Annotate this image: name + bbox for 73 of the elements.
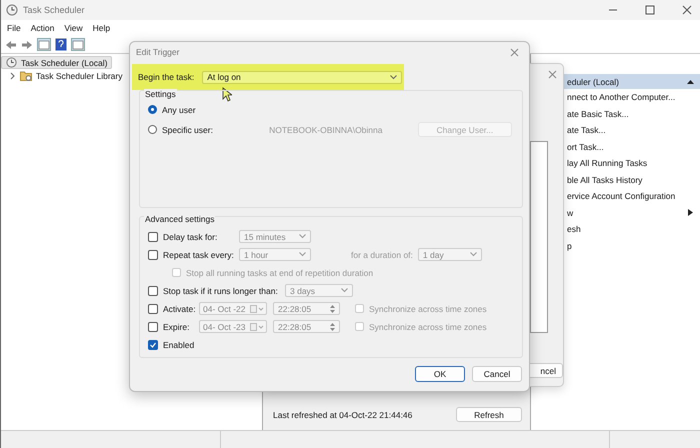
- clock-icon: [6, 57, 17, 68]
- mouse-cursor-icon: [222, 87, 232, 102]
- help-icon[interactable]: [55, 38, 67, 51]
- tree-item[interactable]: Task Scheduler (Local): [1, 56, 112, 69]
- cancel-button[interactable]: ncel: [527, 363, 563, 378]
- tree-item[interactable]: Task Scheduler Library: [1, 69, 122, 82]
- clock-icon: [6, 4, 18, 16]
- checkbox[interactable]: [148, 322, 158, 332]
- command-link[interactable]: ervice Account Configuration: [567, 188, 700, 204]
- spinner-arrows-icon[interactable]: [330, 304, 335, 314]
- begin-task-label: Begin the task:: [138, 72, 194, 82]
- checkbox[interactable]: [148, 340, 158, 350]
- checkbox-label: Delay task for:: [163, 232, 218, 242]
- command-link[interactable]: ble All Tasks History: [567, 172, 700, 188]
- checkbox-label: Synchronize across time zones: [369, 304, 487, 314]
- radio-button[interactable]: [148, 105, 157, 114]
- forward-arrow-icon[interactable]: [21, 40, 33, 50]
- checkbox[interactable]: [148, 304, 158, 314]
- collapse-triangle-icon[interactable]: [687, 79, 694, 84]
- command-link[interactable]: nnect to Another Computer...: [567, 89, 700, 106]
- command-link[interactable]: ate Task...: [567, 122, 700, 138]
- checkbox-label: Stop task if it runs longer than:: [163, 286, 279, 296]
- menu-item[interactable]: Help: [92, 23, 110, 33]
- checkbox-label: Repeat task every:: [163, 250, 235, 260]
- close-icon[interactable]: [548, 70, 557, 79]
- menu-item[interactable]: Action: [30, 23, 54, 33]
- menu-item[interactable]: File: [7, 23, 21, 33]
- checkbox-label: Activate:: [163, 304, 197, 314]
- radio-button[interactable]: [148, 125, 157, 134]
- checkbox[interactable]: [148, 232, 158, 242]
- duration-label: for a duration of:: [351, 250, 413, 260]
- checkbox-label: Enabled: [163, 340, 194, 350]
- radio-label: Any user: [162, 104, 197, 114]
- command-link[interactable]: w: [567, 204, 700, 221]
- user-account-text: NOTEBOOK-OBINNA\Obinna: [269, 124, 384, 134]
- begin-task-dropdown[interactable]: At log on: [202, 70, 402, 84]
- submenu-triangle-icon: [688, 209, 693, 216]
- folder-icon: [20, 70, 32, 81]
- close-icon[interactable]: [510, 48, 519, 56]
- checkbox-label: Expire:: [163, 322, 190, 332]
- list-box[interactable]: [530, 141, 548, 333]
- window-title: Task Scheduler: [23, 5, 85, 15]
- checkbox-label: Synchronize across time zones: [369, 322, 487, 332]
- chevron-icon[interactable]: [9, 72, 16, 80]
- refresh-button[interactable]: Refresh: [456, 407, 522, 422]
- command-link[interactable]: ate Basic Task...: [567, 106, 700, 122]
- panel-icon[interactable]: [37, 38, 51, 51]
- cancel-button[interactable]: Cancel: [472, 366, 522, 382]
- checkbox-label: Stop all running tasks at end of repetition duration: [186, 268, 374, 278]
- group-title: Settings: [144, 89, 177, 99]
- command-link[interactable]: p: [567, 238, 700, 254]
- caret-icon: [470, 252, 477, 257]
- dialog-title: Edit Trigger: [136, 47, 180, 57]
- command-link[interactable]: esh: [567, 221, 700, 238]
- checkbox[interactable]: [148, 286, 158, 296]
- caret-icon: [390, 74, 398, 80]
- command-link[interactable]: ort Task...: [567, 138, 700, 155]
- ok-button[interactable]: OK: [415, 366, 465, 382]
- close-icon[interactable]: [682, 5, 692, 15]
- last-refreshed-text: Last refreshed at 04-Oct-22 21:44:46: [273, 410, 412, 420]
- caret-icon: [299, 252, 306, 257]
- checkbox[interactable]: [148, 250, 158, 260]
- panel-icon[interactable]: [71, 38, 85, 51]
- menu-item[interactable]: View: [64, 23, 83, 33]
- maximize-icon[interactable]: [645, 5, 655, 15]
- checkmark-icon: [149, 340, 157, 348]
- command-link[interactable]: lay All Running Tasks: [567, 155, 700, 172]
- group-title: Advanced settings: [144, 214, 216, 224]
- spinner-arrows-icon[interactable]: [330, 322, 335, 332]
- radio-label: Specific user:: [162, 124, 214, 134]
- caret-icon: [299, 234, 306, 239]
- caret-icon: [341, 288, 348, 293]
- back-arrow-icon[interactable]: [5, 40, 17, 50]
